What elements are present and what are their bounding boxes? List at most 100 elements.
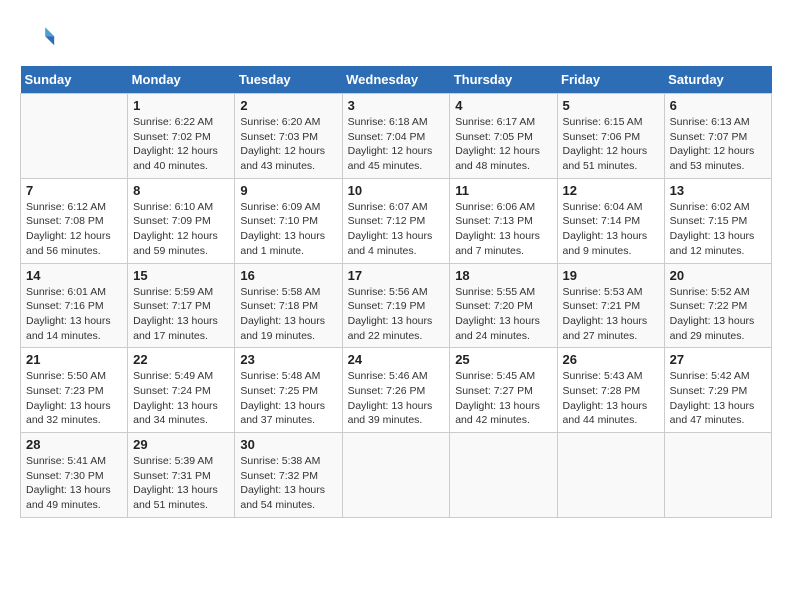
day-info: Sunrise: 5:43 AMSunset: 7:28 PMDaylight:… [563, 369, 659, 428]
day-number: 10 [348, 183, 445, 198]
day-number: 16 [240, 268, 336, 283]
day-cell: 11Sunrise: 6:06 AMSunset: 7:13 PMDayligh… [450, 178, 557, 263]
header-cell-thursday: Thursday [450, 66, 557, 94]
logo [20, 20, 62, 56]
day-cell [342, 433, 450, 518]
header-cell-wednesday: Wednesday [342, 66, 450, 94]
day-number: 29 [133, 437, 229, 452]
day-cell: 2 Sunrise: 6:20 AMSunset: 7:03 PMDaylight… [235, 94, 342, 179]
day-number: 23 [240, 352, 336, 367]
day-number: 6 [670, 98, 766, 113]
day-number: 1 [133, 98, 229, 113]
day-info: Sunrise: 5:50 AMSunset: 7:23 PMDaylight:… [26, 369, 122, 428]
day-info: Sunrise: 6:10 AMSunset: 7:09 PMDaylight:… [133, 200, 229, 259]
week-row-3: 21 Sunrise: 5:50 AMSunset: 7:23 PMDayligh… [21, 348, 772, 433]
calendar-table: SundayMondayTuesdayWednesdayThursdayFrid… [20, 66, 772, 518]
day-cell: 26 Sunrise: 5:43 AMSunset: 7:28 PMDayligh… [557, 348, 664, 433]
day-info: Sunrise: 5:55 AMSunset: 7:20 PMDaylight:… [455, 285, 551, 344]
week-row-4: 28 Sunrise: 5:41 AMSunset: 7:30 PMDayligh… [21, 433, 772, 518]
day-info: Sunrise: 6:18 AMSunset: 7:04 PMDaylight:… [348, 115, 445, 174]
day-info: Sunrise: 5:48 AMSunset: 7:25 PMDaylight:… [240, 369, 336, 428]
day-info: Sunrise: 5:59 AMSunset: 7:17 PMDaylight:… [133, 285, 229, 344]
header-cell-saturday: Saturday [664, 66, 771, 94]
day-info: Sunrise: 5:58 AMSunset: 7:18 PMDaylight:… [240, 285, 336, 344]
day-info: Sunrise: 5:39 AMSunset: 7:31 PMDaylight:… [133, 454, 229, 513]
day-info: Sunrise: 6:12 AMSunset: 7:08 PMDaylight:… [26, 200, 122, 259]
day-info: Sunrise: 6:06 AMSunset: 7:13 PMDaylight:… [455, 200, 551, 259]
day-number: 26 [563, 352, 659, 367]
day-cell: 19 Sunrise: 5:53 AMSunset: 7:21 PMDayligh… [557, 263, 664, 348]
day-cell: 5 Sunrise: 6:15 AMSunset: 7:06 PMDaylight… [557, 94, 664, 179]
day-cell: 21 Sunrise: 5:50 AMSunset: 7:23 PMDayligh… [21, 348, 128, 433]
day-cell: 27 Sunrise: 5:42 AMSunset: 7:29 PMDayligh… [664, 348, 771, 433]
day-info: Sunrise: 5:56 AMSunset: 7:19 PMDaylight:… [348, 285, 445, 344]
day-info: Sunrise: 6:04 AMSunset: 7:14 PMDaylight:… [563, 200, 659, 259]
day-info: Sunrise: 6:22 AMSunset: 7:02 PMDaylight:… [133, 115, 229, 174]
header [20, 20, 772, 56]
day-info: Sunrise: 6:01 AMSunset: 7:16 PMDaylight:… [26, 285, 122, 344]
day-number: 20 [670, 268, 766, 283]
day-cell: 13 Sunrise: 6:02 AMSunset: 7:15 PMDayligh… [664, 178, 771, 263]
header-cell-monday: Monday [128, 66, 235, 94]
day-info: Sunrise: 5:41 AMSunset: 7:30 PMDaylight:… [26, 454, 122, 513]
day-number: 19 [563, 268, 659, 283]
day-cell: 25 Sunrise: 5:45 AMSunset: 7:27 PMDayligh… [450, 348, 557, 433]
day-cell: 29 Sunrise: 5:39 AMSunset: 7:31 PMDayligh… [128, 433, 235, 518]
week-row-1: 7 Sunrise: 6:12 AMSunset: 7:08 PMDaylight… [21, 178, 772, 263]
day-number: 21 [26, 352, 122, 367]
day-number: 28 [26, 437, 122, 452]
day-info: Sunrise: 5:46 AMSunset: 7:26 PMDaylight:… [348, 369, 445, 428]
day-number: 4 [455, 98, 551, 113]
day-number: 25 [455, 352, 551, 367]
day-cell: 8Sunrise: 6:10 AMSunset: 7:09 PMDaylight… [128, 178, 235, 263]
day-cell: 14 Sunrise: 6:01 AMSunset: 7:16 PMDayligh… [21, 263, 128, 348]
day-cell: 1 Sunrise: 6:22 AMSunset: 7:02 PMDaylight… [128, 94, 235, 179]
header-cell-sunday: Sunday [21, 66, 128, 94]
day-number: 22 [133, 352, 229, 367]
day-number: 17 [348, 268, 445, 283]
day-info: Sunrise: 6:17 AMSunset: 7:05 PMDaylight:… [455, 115, 551, 174]
day-cell: 3 Sunrise: 6:18 AMSunset: 7:04 PMDaylight… [342, 94, 450, 179]
day-number: 5 [563, 98, 659, 113]
day-info: Sunrise: 6:07 AMSunset: 7:12 PMDaylight:… [348, 200, 445, 259]
day-cell: 4 Sunrise: 6:17 AMSunset: 7:05 PMDaylight… [450, 94, 557, 179]
day-number: 18 [455, 268, 551, 283]
day-cell: 7 Sunrise: 6:12 AMSunset: 7:08 PMDaylight… [21, 178, 128, 263]
day-number: 24 [348, 352, 445, 367]
day-info: Sunrise: 6:20 AMSunset: 7:03 PMDaylight:… [240, 115, 336, 174]
day-number: 13 [670, 183, 766, 198]
day-info: Sunrise: 5:38 AMSunset: 7:32 PMDaylight:… [240, 454, 336, 513]
day-info: Sunrise: 5:42 AMSunset: 7:29 PMDaylight:… [670, 369, 766, 428]
calendar-body: 1 Sunrise: 6:22 AMSunset: 7:02 PMDaylight… [21, 94, 772, 518]
day-info: Sunrise: 5:53 AMSunset: 7:21 PMDaylight:… [563, 285, 659, 344]
logo-icon [20, 20, 56, 56]
day-info: Sunrise: 6:13 AMSunset: 7:07 PMDaylight:… [670, 115, 766, 174]
day-number: 27 [670, 352, 766, 367]
day-cell: 10 Sunrise: 6:07 AMSunset: 7:12 PMDayligh… [342, 178, 450, 263]
day-cell: 20Sunrise: 5:52 AMSunset: 7:22 PMDayligh… [664, 263, 771, 348]
day-number: 2 [240, 98, 336, 113]
day-number: 14 [26, 268, 122, 283]
day-number: 7 [26, 183, 122, 198]
day-number: 12 [563, 183, 659, 198]
day-info: Sunrise: 5:49 AMSunset: 7:24 PMDaylight:… [133, 369, 229, 428]
day-number: 3 [348, 98, 445, 113]
header-cell-tuesday: Tuesday [235, 66, 342, 94]
day-cell: 30 Sunrise: 5:38 AMSunset: 7:32 PMDayligh… [235, 433, 342, 518]
day-cell: 24 Sunrise: 5:46 AMSunset: 7:26 PMDayligh… [342, 348, 450, 433]
day-cell [664, 433, 771, 518]
day-info: Sunrise: 6:02 AMSunset: 7:15 PMDaylight:… [670, 200, 766, 259]
day-number: 30 [240, 437, 336, 452]
day-cell: 17 Sunrise: 5:56 AMSunset: 7:19 PMDayligh… [342, 263, 450, 348]
calendar-header-row: SundayMondayTuesdayWednesdayThursdayFrid… [21, 66, 772, 94]
day-number: 9 [240, 183, 336, 198]
day-info: Sunrise: 5:45 AMSunset: 7:27 PMDaylight:… [455, 369, 551, 428]
day-cell: 28 Sunrise: 5:41 AMSunset: 7:30 PMDayligh… [21, 433, 128, 518]
day-cell: 18 Sunrise: 5:55 AMSunset: 7:20 PMDayligh… [450, 263, 557, 348]
day-cell [21, 94, 128, 179]
day-info: Sunrise: 6:15 AMSunset: 7:06 PMDaylight:… [563, 115, 659, 174]
header-cell-friday: Friday [557, 66, 664, 94]
day-number: 15 [133, 268, 229, 283]
week-row-2: 14 Sunrise: 6:01 AMSunset: 7:16 PMDayligh… [21, 263, 772, 348]
day-info: Sunrise: 6:09 AMSunset: 7:10 PMDaylight:… [240, 200, 336, 259]
